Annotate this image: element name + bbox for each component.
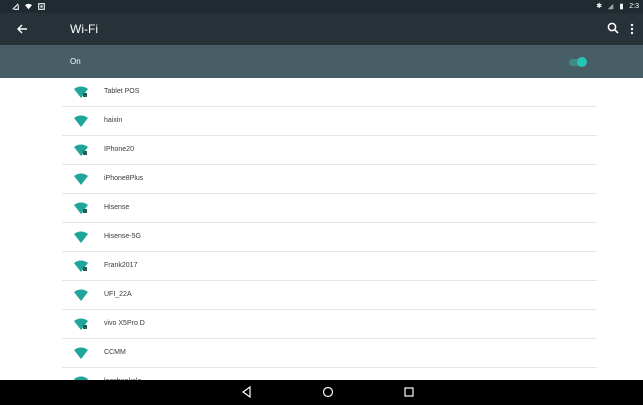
list-item[interactable]: Hisense-5G <box>0 223 643 252</box>
network-list: Tablet POS haixin IPhone20 iPhone8Plus Hisen… <box>0 78 643 397</box>
wifi-signal-icon <box>74 231 88 243</box>
network-name: haixin <box>104 117 123 124</box>
network-name: Hisense <box>104 204 130 211</box>
wifi-switch-label: On <box>70 57 81 66</box>
navigation-bar <box>0 380 643 405</box>
list-item[interactable]: Frank2017 <box>0 252 643 281</box>
back-triangle-icon[interactable] <box>240 385 254 399</box>
more-options-button[interactable] <box>626 21 638 37</box>
download-icon <box>12 3 19 10</box>
wifi-signal-icon <box>74 289 88 301</box>
list-item[interactable]: CCMM <box>0 339 643 368</box>
wifi-toggle[interactable] <box>568 56 588 68</box>
list-item[interactable]: haixin <box>0 107 643 136</box>
network-name: CCMM <box>104 349 126 356</box>
network-name: vivo X5Pro D <box>104 320 145 327</box>
search-button[interactable] <box>606 21 622 37</box>
network-name: iPhone8Plus <box>104 175 144 182</box>
home-circle-icon[interactable] <box>321 385 335 399</box>
wifi-signal-icon <box>74 202 88 214</box>
back-button[interactable] <box>14 21 30 37</box>
wifi-status-icon <box>25 3 32 10</box>
signal-icon <box>607 3 614 10</box>
list-item[interactable]: Hisense <box>0 194 643 223</box>
list-item[interactable]: UFI_22A <box>0 281 643 310</box>
toggle-thumb <box>577 57 587 67</box>
network-name: Hisense-5G <box>104 233 141 240</box>
arrow-left-icon <box>17 24 27 34</box>
wifi-signal-icon <box>74 86 88 98</box>
wifi-signal-icon <box>74 260 88 272</box>
wifi-signal-icon <box>74 115 88 127</box>
wifi-signal-icon <box>74 173 88 185</box>
recents-square-icon[interactable] <box>402 385 416 399</box>
wifi-signal-icon <box>74 347 88 359</box>
list-item[interactable]: IPhone20 <box>0 136 643 165</box>
network-name: Tablet POS <box>104 88 140 95</box>
list-item[interactable]: Tablet POS <box>0 78 643 107</box>
battery-icon <box>620 3 624 10</box>
wifi-switch-bar[interactable]: On <box>0 45 643 78</box>
status-bar-left-icons <box>0 3 45 10</box>
app-bar: Wi-Fi <box>0 13 643 45</box>
notification-icon <box>38 3 45 10</box>
status-bar-right-icons: ✱ 2:3 <box>596 3 643 10</box>
wifi-signal-icon <box>74 318 88 330</box>
bluetooth-icon: ✱ <box>596 3 603 10</box>
network-name: UFI_22A <box>104 291 132 298</box>
status-bar: ✱ 2:3 <box>0 0 643 13</box>
wifi-signal-icon <box>74 144 88 156</box>
list-item[interactable]: iPhone8Plus <box>0 165 643 194</box>
list-item[interactable]: vivo X5Pro D <box>0 310 643 339</box>
page-title: Wi-Fi <box>70 22 98 36</box>
search-icon <box>607 22 619 34</box>
more-vert-icon <box>630 23 634 35</box>
network-name: IPhone20 <box>104 146 134 153</box>
network-name: Frank2017 <box>104 262 138 269</box>
status-time: 2:3 <box>629 3 639 10</box>
